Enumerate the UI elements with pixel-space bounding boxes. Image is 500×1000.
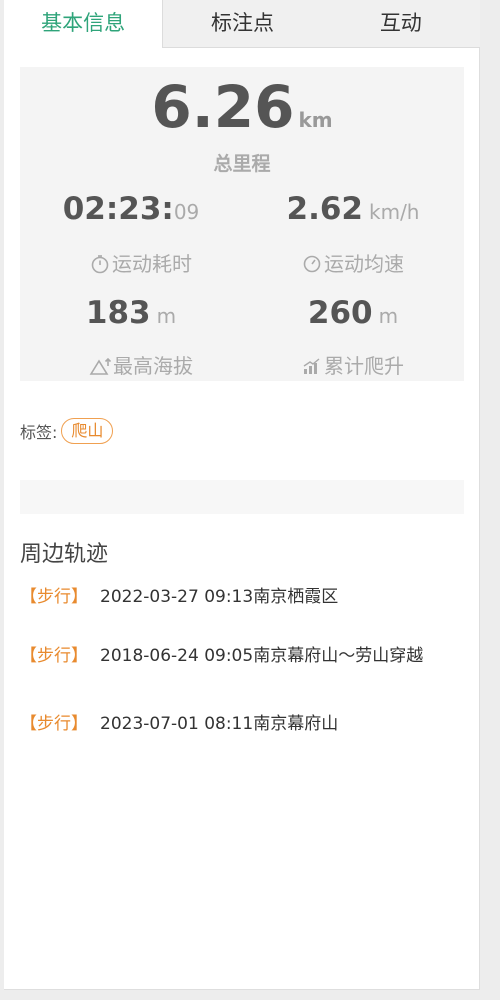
tag-chip[interactable]: 爬山 xyxy=(61,418,114,444)
total-climb-stat: 260 m xyxy=(242,295,464,331)
duration-value: 02:23: xyxy=(62,191,174,227)
max-altitude-value: 183 xyxy=(85,295,151,331)
avg-speed-label-row: 运动均速 xyxy=(242,248,464,277)
max-altitude-label: 最高海拔 xyxy=(113,354,193,378)
max-altitude-label-row: 最高海拔 xyxy=(30,350,252,379)
page: 基本信息 标注点 互动 6.26 km 总里程 02:23:09 运动耗时 2.… xyxy=(0,0,500,1000)
track-type: 【步行】 xyxy=(20,646,88,666)
track-desc[interactable]: 2022-03-27 09:13南京栖霞区 xyxy=(100,584,460,610)
empty-info-bar xyxy=(20,480,464,514)
total-distance: 6.26 km xyxy=(20,73,464,141)
speed-gauge-icon xyxy=(303,255,321,273)
track-desc[interactable]: 2023-07-01 08:11南京幕府山 xyxy=(100,711,460,737)
total-distance-value: 6.26 xyxy=(151,73,295,141)
tags-label: 标签: xyxy=(20,423,58,442)
track-desc[interactable]: 2018-06-24 09:05南京幕府山～劳山穿越 xyxy=(100,643,460,669)
tab-interaction[interactable]: 互动 xyxy=(321,0,480,48)
tab-basic-info[interactable]: 基本信息 xyxy=(4,0,164,48)
avg-speed-label: 运动均速 xyxy=(324,252,404,276)
avg-speed-unit: km/h xyxy=(369,200,420,224)
duration-stat: 02:23:09 xyxy=(20,191,242,227)
duration-seconds: 09 xyxy=(173,200,200,224)
stopwatch-icon xyxy=(91,255,109,274)
max-altitude-stat: 183 m xyxy=(20,295,242,331)
nearby-track-item[interactable]: 【步行】 2023-07-01 08:11南京幕府山 xyxy=(20,711,460,737)
track-info-panel: 基本信息 标注点 互动 6.26 km 总里程 02:23:09 运动耗时 2.… xyxy=(4,0,480,990)
climb-bars-icon xyxy=(303,358,320,374)
total-distance-unit: km xyxy=(298,108,333,132)
total-climb-label-row: 累计爬升 xyxy=(242,350,464,379)
avg-speed-stat: 2.62 km/h xyxy=(242,191,464,227)
duration-label: 运动耗时 xyxy=(112,252,192,276)
duration-label-row: 运动耗时 xyxy=(30,248,252,277)
total-distance-label: 总里程 xyxy=(213,153,271,175)
tab-bar: 基本信息 标注点 互动 xyxy=(4,0,480,48)
track-type: 【步行】 xyxy=(20,714,88,734)
track-type: 【步行】 xyxy=(20,587,88,607)
mountain-altitude-icon xyxy=(89,357,112,375)
tags-row: 标签: 爬山 xyxy=(20,418,114,444)
nearby-track-item[interactable]: 【步行】 2018-06-24 09:05南京幕府山～劳山穿越 xyxy=(20,643,460,669)
stats-box: 6.26 km 总里程 02:23:09 运动耗时 2.62 km/h 运动均速… xyxy=(20,67,464,381)
tab-annotations[interactable]: 标注点 xyxy=(163,0,322,48)
total-climb-value: 260 xyxy=(307,295,373,331)
nearby-track-item[interactable]: 【步行】 2022-03-27 09:13南京栖霞区 xyxy=(20,584,460,610)
avg-speed-value: 2.62 xyxy=(286,191,364,227)
max-altitude-unit: m xyxy=(156,304,177,328)
total-climb-label: 累计爬升 xyxy=(324,354,404,378)
total-climb-unit: m xyxy=(378,304,399,328)
nearby-tracks-title: 周边轨迹 xyxy=(20,542,109,567)
